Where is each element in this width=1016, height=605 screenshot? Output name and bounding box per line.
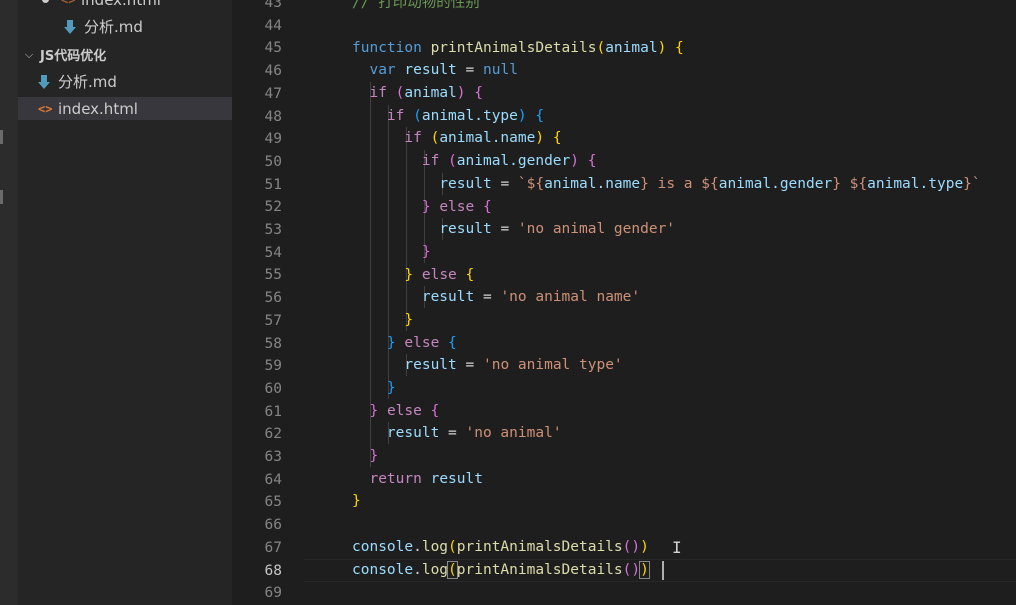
line-number: 60 (264, 380, 282, 397)
code-line: var result = null (369, 62, 518, 78)
code-line: } else { (369, 403, 440, 419)
html-file-icon: <> (38, 101, 53, 116)
line-number: 61 (264, 403, 282, 420)
chevron-down-icon: ⌵ (24, 47, 34, 61)
ibeam-cursor-icon: I (672, 538, 682, 557)
modified-dot-icon (42, 0, 49, 3)
code-line: } (404, 312, 414, 328)
code-area[interactable]: // 打印动物的性别 function printAnimalsDetails(… (352, 0, 1016, 605)
line-number: 64 (264, 471, 282, 488)
code-line: if (animal.name) { (404, 130, 562, 146)
code-line: result = 'no animal name' (421, 289, 641, 305)
line-number-gutter: 43 44 45 46 47 48 49 50 51 52 53 54 55 56 57 58 59 60 61 62… (232, 0, 304, 605)
line-number: 56 (264, 290, 282, 307)
line-number: 55 (264, 267, 282, 284)
tree-item-analysis-md[interactable]: 分析.md (18, 15, 232, 38)
line-number: 54 (264, 244, 282, 261)
line-number: 49 (264, 131, 282, 148)
code-line: if (animal.gender) { (421, 153, 597, 169)
markdown-file-icon (38, 74, 50, 89)
line-number: 51 (264, 176, 282, 193)
file-explorer: <> index.html 分析.md ⌵ JS代码优化 分析.md <> in… (18, 0, 232, 605)
code-line: result = 'no animal' (386, 425, 562, 441)
tree-item-analysis-md-2[interactable]: 分析.md (18, 70, 232, 93)
html-file-icon: <> (61, 0, 75, 7)
line-number: 65 (264, 494, 282, 511)
line-number: 52 (264, 199, 282, 216)
line-number: 69 (264, 585, 282, 602)
code-line: result = 'no animal type' (404, 357, 623, 373)
line-number: 58 (264, 335, 282, 352)
code-line: } (352, 493, 361, 509)
line-number: 66 (264, 517, 282, 534)
tree-folder-js-optimize[interactable]: ⌵ JS代码优化 (18, 43, 232, 66)
code-line: console.log(printAnimalsDetails()) (352, 561, 650, 579)
code-line: // 打印动物的性别 (352, 0, 480, 11)
tree-item-index-html[interactable]: <> index.html (18, 97, 232, 120)
line-number: 47 (264, 85, 282, 102)
line-number: 44 (264, 17, 282, 34)
code-line: function printAnimalsDetails(animal) { (352, 40, 684, 56)
code-line: } (421, 244, 431, 260)
activity-bar (0, 0, 18, 605)
line-number: 62 (264, 426, 282, 443)
line-number: 53 (264, 222, 282, 238)
activity-indicator (0, 190, 3, 204)
line-number: 59 (264, 358, 282, 375)
code-line: } (369, 448, 379, 464)
code-line: result = `${animal.name} is a ${animal.g… (439, 176, 981, 192)
code-line: } else { (421, 199, 492, 215)
code-editor[interactable]: 43 44 45 46 47 48 49 50 51 52 53 54 55 56 57 58 59 60 61 62… (232, 0, 1016, 605)
activity-indicator (0, 130, 3, 144)
code-line: if (animal.type) { (386, 108, 545, 124)
line-number: 57 (264, 312, 282, 329)
line-number: 50 (264, 153, 282, 170)
code-line: if (animal) { (369, 85, 483, 101)
code-line: } (386, 380, 396, 396)
code-line: } else { (386, 335, 457, 351)
code-line: result = 'no animal gender' (439, 221, 676, 237)
text-caret (662, 561, 664, 580)
line-number: 46 (264, 63, 282, 80)
line-number: 67 (264, 539, 282, 556)
code-line: } else { (404, 267, 475, 283)
code-line: console.log(printAnimalsDetails()) (352, 539, 649, 555)
markdown-file-icon (64, 19, 76, 34)
line-number: 45 (264, 40, 282, 57)
line-number: 43 (264, 0, 282, 11)
tree-item-index-html-top[interactable]: <> index.html (18, 0, 232, 11)
line-number: 48 (264, 108, 282, 125)
line-number: 68 (264, 562, 282, 579)
code-line: return result (369, 471, 483, 487)
line-number: 63 (264, 449, 282, 465)
